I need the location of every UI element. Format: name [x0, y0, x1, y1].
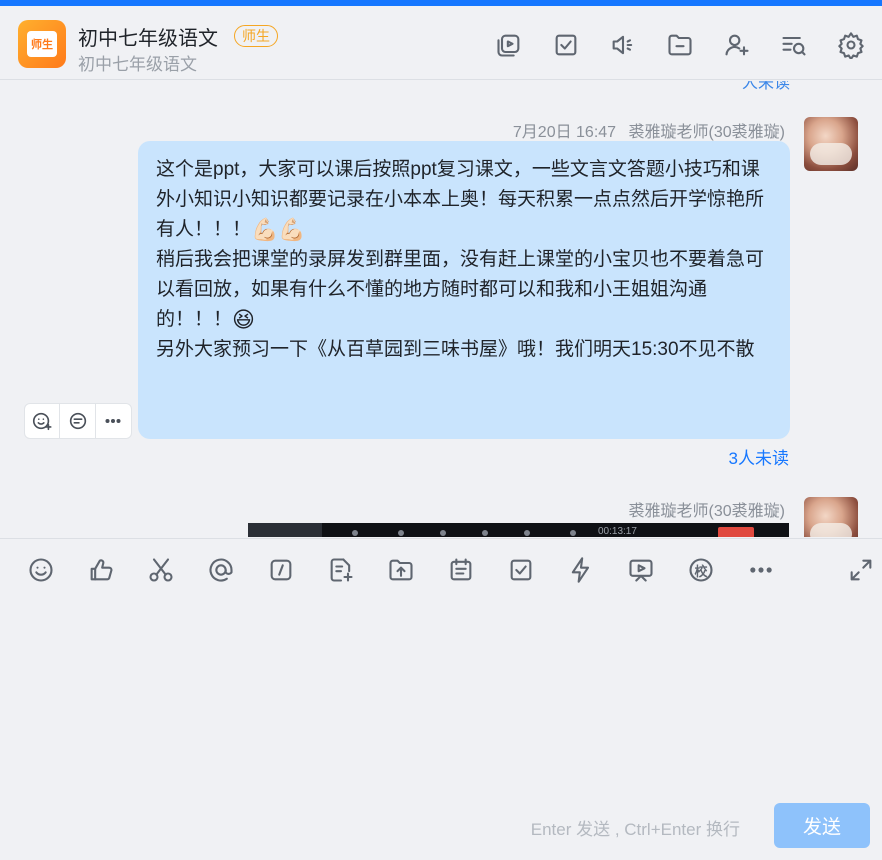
- audio-icon[interactable]: [603, 30, 642, 60]
- message-meta: 7月20日 16:47 裘雅璇老师(30裘雅璇): [513, 118, 785, 142]
- add-document-icon[interactable]: [326, 555, 356, 585]
- group-logo-label: 师生: [27, 31, 57, 57]
- add-reaction-icon[interactable]: [25, 404, 61, 438]
- school-icon-label: 校: [694, 563, 708, 579]
- mention-icon[interactable]: [206, 555, 236, 585]
- message-paragraph: 另外大家预习一下《从百草园到三味书屋》哦！我们明天15:30不见不散: [156, 339, 755, 361]
- send-button[interactable]: 发送: [774, 803, 870, 848]
- previous-read-status[interactable]: 人未读: [742, 81, 790, 93]
- message-paragraph: 稍后我会把课堂的录屏发到群里面，没有赶上课堂的小宝贝也不要着急可以看回放，如果有…: [156, 245, 772, 335]
- add-member-icon[interactable]: [717, 30, 756, 60]
- screenshot-image[interactable]: 00:13:17: [248, 523, 789, 537]
- send-shortcut-hint: Enter 发送 , Ctrl+Enter 换行: [530, 820, 740, 839]
- settings-icon[interactable]: [831, 30, 870, 60]
- group-title: 初中七年级语文: [78, 28, 218, 50]
- upload-file-icon[interactable]: [386, 555, 416, 585]
- message-timestamp: 7月20日 16:47: [512, 124, 617, 141]
- task-icon[interactable]: [506, 555, 536, 585]
- reply-comment-icon[interactable]: [60, 404, 96, 438]
- flexed-biceps-emoji: 💪🏻💪🏻: [251, 217, 306, 242]
- folder-icon[interactable]: [660, 30, 699, 60]
- screenshot-toolbar-preview: 00:13:17: [322, 523, 789, 537]
- message-sender: 裘雅璇老师(30裘雅璇): [628, 503, 785, 520]
- multi-window-icon[interactable]: [489, 30, 528, 60]
- more-tools-icon[interactable]: [746, 555, 776, 585]
- message-list[interactable]: 人未读 7月20日 16:47 裘雅璇老师(30裘雅璇) 这个是ppt，大家可以…: [0, 81, 882, 537]
- read-status-link[interactable]: 3人未读: [729, 444, 789, 469]
- message-input[interactable]: [0, 601, 882, 796]
- group-logo[interactable]: 师生: [18, 20, 66, 68]
- message-paragraph: 这个是ppt，大家可以课后按照ppt复习课文，一些文言文答题小技巧和课外小知识小…: [156, 155, 772, 245]
- sender-avatar[interactable]: [804, 497, 858, 537]
- search-history-icon[interactable]: [774, 30, 813, 60]
- laughing-emoji: 😆: [232, 307, 255, 333]
- live-class-icon[interactable]: [626, 555, 656, 585]
- screenshot-time: 00:13:17: [598, 526, 637, 537]
- header-toolbar: [489, 30, 870, 60]
- command-icon[interactable]: [266, 555, 296, 585]
- more-actions-icon[interactable]: [96, 404, 131, 438]
- chat-header: 师生 初中七年级语文 师生 初中七年级语文: [0, 6, 882, 80]
- lightning-icon[interactable]: [566, 555, 596, 585]
- scissors-icon[interactable]: [146, 555, 176, 585]
- expand-editor-icon[interactable]: [846, 555, 876, 585]
- composer-toolbar: 校: [0, 538, 882, 600]
- group-subtitle: 初中七年级语文: [78, 55, 197, 74]
- sender-avatar[interactable]: [804, 117, 858, 171]
- message-bubble[interactable]: 这个是ppt，大家可以课后按照ppt复习课文，一些文言文答题小技巧和课外小知识小…: [138, 141, 790, 439]
- emoji-icon[interactable]: [26, 555, 56, 585]
- thumbs-up-icon[interactable]: [86, 555, 116, 585]
- calendar-icon[interactable]: [446, 555, 476, 585]
- school-icon[interactable]: 校: [686, 555, 716, 585]
- group-type-badge: 师生: [234, 25, 278, 47]
- message-actions: [24, 403, 132, 439]
- task-check-icon[interactable]: [546, 30, 585, 60]
- message-sender: 裘雅璇老师(30裘雅璇): [628, 124, 785, 141]
